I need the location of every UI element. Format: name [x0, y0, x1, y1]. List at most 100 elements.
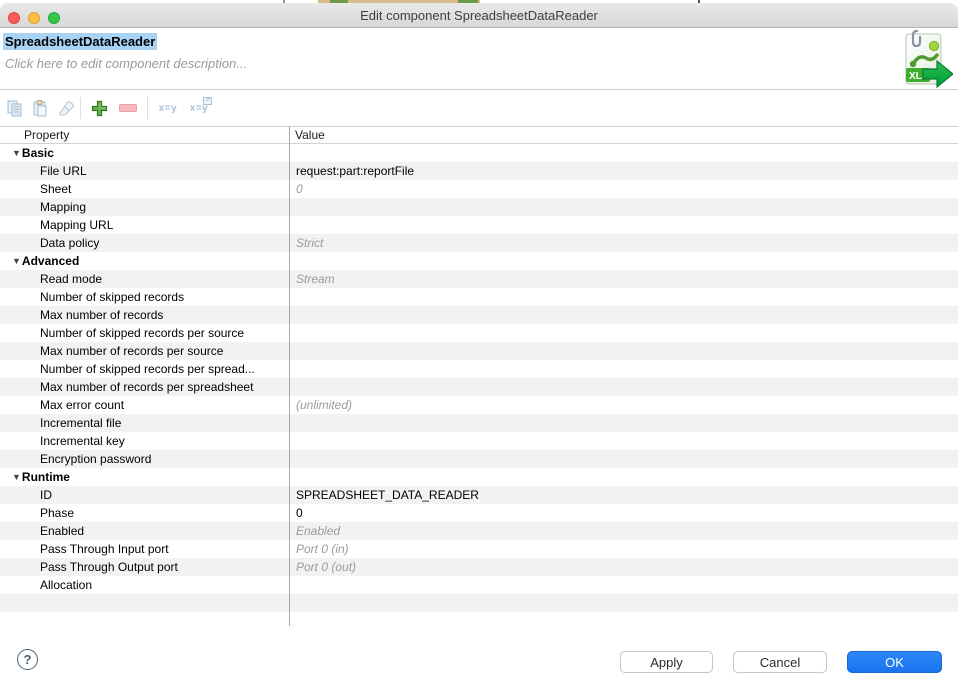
collapse-triangle-icon[interactable]: ▼: [0, 468, 21, 486]
table-row[interactable]: Phase0: [0, 504, 958, 522]
property-value[interactable]: [289, 144, 958, 162]
property-label: Incremental key: [0, 434, 125, 448]
export-value-assignment-button[interactable]: x=y↗: [186, 98, 212, 118]
help-button[interactable]: ?: [17, 649, 38, 670]
table-row[interactable]: Data policy Strict: [0, 234, 958, 252]
property-value[interactable]: Strict: [289, 234, 958, 252]
value-column-header[interactable]: Value: [289, 127, 958, 143]
apply-button[interactable]: Apply: [620, 651, 713, 673]
property-value[interactable]: Port 0 (in): [289, 540, 958, 558]
table-row[interactable]: Allocation: [0, 576, 958, 594]
paste-button[interactable]: [31, 98, 49, 118]
table-row[interactable]: Pass Through Output portPort 0 (out): [0, 558, 958, 576]
erase-button[interactable]: [55, 98, 75, 118]
table-row[interactable]: File URL request:part:reportFile: [0, 162, 958, 180]
property-cell: Mapping: [0, 198, 289, 216]
copy-icon: [7, 100, 23, 117]
property-value[interactable]: [289, 414, 958, 432]
property-label: Number of skipped records: [0, 290, 184, 304]
property-value[interactable]: (unlimited): [289, 396, 958, 414]
property-value[interactable]: [289, 450, 958, 468]
property-value[interactable]: [289, 378, 958, 396]
empty-row[interactable]: [0, 594, 958, 612]
spreadsheet-reader-icon: XLS: [899, 28, 953, 88]
property-value[interactable]: Enabled: [289, 522, 958, 540]
property-value[interactable]: Port 0 (out): [289, 558, 958, 576]
property-value[interactable]: 0: [289, 180, 958, 198]
table-row[interactable]: Max number of records: [0, 306, 958, 324]
property-value[interactable]: [289, 432, 958, 450]
component-name-field[interactable]: SpreadsheetDataReader: [3, 33, 157, 50]
section-row[interactable]: ▼Advanced: [0, 252, 958, 270]
property-value[interactable]: [289, 468, 958, 486]
table-row[interactable]: Incremental file: [0, 414, 958, 432]
section-label: Basic: [21, 146, 54, 160]
property-value[interactable]: [289, 360, 958, 378]
component-header: SpreadsheetDataReader Click here to edit…: [0, 28, 958, 90]
table-row[interactable]: Sheet0: [0, 180, 958, 198]
table-row[interactable]: EnabledEnabled: [0, 522, 958, 540]
table-row[interactable]: ID SPREADSHEET_DATA_READER: [0, 486, 958, 504]
property-label: File URL: [0, 164, 87, 178]
property-value[interactable]: [289, 594, 958, 612]
property-label: Incremental file: [0, 416, 121, 430]
table-row[interactable]: Number of skipped records per source: [0, 324, 958, 342]
table-row[interactable]: Number of skipped records per spread...: [0, 360, 958, 378]
table-row[interactable]: Number of skipped records: [0, 288, 958, 306]
property-label: Mapping URL: [0, 218, 113, 232]
property-label: Data policy: [0, 236, 99, 250]
property-cell: Max number of records per source: [0, 342, 289, 360]
property-label: Max number of records per spreadsheet: [0, 380, 253, 394]
property-value[interactable]: Stream: [289, 270, 958, 288]
property-cell: Enabled: [0, 522, 289, 540]
property-value[interactable]: request:part:reportFile: [289, 162, 958, 180]
table-row[interactable]: Max number of records per source: [0, 342, 958, 360]
property-value[interactable]: [289, 216, 958, 234]
collapse-triangle-icon[interactable]: ▼: [0, 252, 21, 270]
property-cell: Allocation: [0, 576, 289, 594]
simple-value-assignment-button[interactable]: x=y: [155, 98, 181, 118]
table-row[interactable]: Pass Through Input portPort 0 (in): [0, 540, 958, 558]
title-bar[interactable]: Edit component SpreadsheetDataReader: [0, 3, 958, 28]
property-value[interactable]: [289, 198, 958, 216]
property-value[interactable]: [289, 306, 958, 324]
property-cell: Max error count: [0, 396, 289, 414]
property-value[interactable]: 0: [289, 504, 958, 522]
property-cell: Incremental file: [0, 414, 289, 432]
table-row[interactable]: Incremental key: [0, 432, 958, 450]
property-label: ID: [0, 488, 52, 502]
table-row[interactable]: Max error count(unlimited): [0, 396, 958, 414]
property-value[interactable]: [289, 288, 958, 306]
property-label: Encryption password: [0, 452, 151, 466]
section-row[interactable]: ▼Basic: [0, 144, 958, 162]
section-row[interactable]: ▼Runtime: [0, 468, 958, 486]
component-description-field[interactable]: Click here to edit component description…: [5, 56, 247, 71]
property-cell: ▼Advanced: [0, 252, 289, 270]
table-row[interactable]: Mapping: [0, 198, 958, 216]
add-property-button[interactable]: [88, 98, 110, 118]
property-value[interactable]: [289, 324, 958, 342]
table-row[interactable]: Encryption password: [0, 450, 958, 468]
remove-property-button[interactable]: [117, 98, 139, 118]
copy-button[interactable]: [6, 98, 24, 118]
table-row[interactable]: Mapping URL: [0, 216, 958, 234]
property-toolbar: x=y x=y↗: [0, 90, 958, 126]
property-cell: Pass Through Output port: [0, 558, 289, 576]
table-row[interactable]: Max number of records per spreadsheet: [0, 378, 958, 396]
property-value[interactable]: [289, 576, 958, 594]
property-label: Mapping: [0, 200, 86, 214]
column-divider[interactable]: [289, 126, 290, 626]
property-column-header[interactable]: Property: [0, 127, 289, 143]
collapse-triangle-icon[interactable]: ▼: [0, 144, 21, 162]
property-label: Read mode: [0, 272, 102, 286]
property-label: Number of skipped records per spread...: [0, 362, 255, 376]
property-value[interactable]: SPREADSHEET_DATA_READER: [289, 486, 958, 504]
property-cell: Incremental key: [0, 432, 289, 450]
property-value[interactable]: [289, 342, 958, 360]
property-value[interactable]: [289, 252, 958, 270]
property-cell: [0, 594, 289, 612]
table-row[interactable]: Read mode Stream: [0, 270, 958, 288]
cancel-button[interactable]: Cancel: [733, 651, 827, 673]
ok-button[interactable]: OK: [847, 651, 942, 673]
property-cell: Max number of records per spreadsheet: [0, 378, 289, 396]
